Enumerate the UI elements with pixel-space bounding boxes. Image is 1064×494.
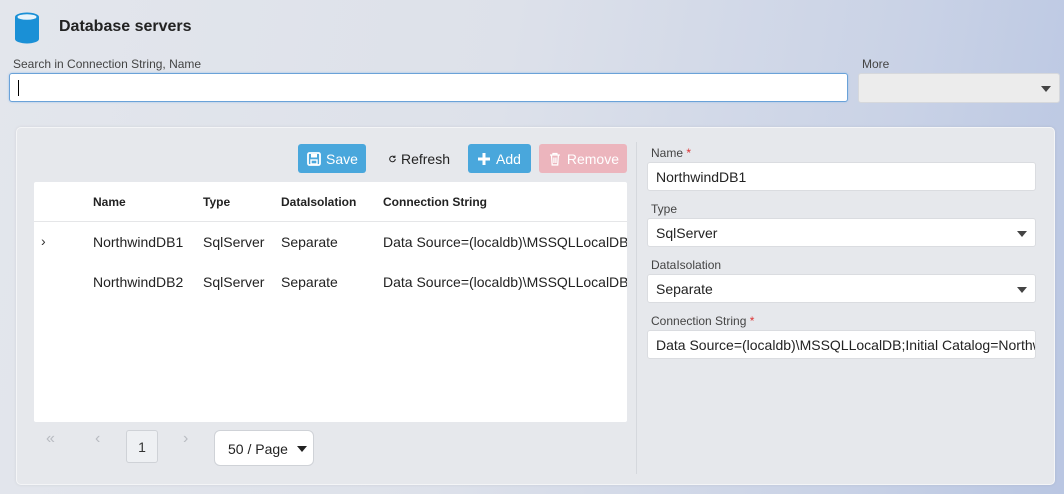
page-number-button[interactable]: 1: [126, 430, 158, 463]
type-field-label: Type: [651, 202, 678, 216]
cell-type: SqlServer: [203, 274, 265, 290]
trash-icon: [549, 152, 560, 166]
refresh-label: Refresh: [400, 150, 450, 167]
panel-divider: [636, 142, 637, 474]
isolation-select-value: Separate: [656, 281, 713, 297]
cell-name: NorthwindDB1: [93, 234, 184, 250]
page-size-value: 50 / Page: [228, 441, 288, 457]
cell-isolation: Separate: [281, 274, 338, 290]
save-label: Save: [326, 150, 358, 167]
cell-connection-string: Data Source=(localdb)\MSSQLLocalDB;: [383, 274, 627, 290]
prev-page-icon[interactable]: ‹: [95, 430, 100, 448]
search-label: Search in Connection String, Name: [13, 57, 202, 71]
connection-string-label-text: Connection String: [651, 314, 747, 328]
more-select[interactable]: [858, 73, 1060, 103]
connection-string-field-label: Connection String *: [651, 314, 754, 328]
next-page-icon[interactable]: ›: [183, 430, 188, 448]
chevron-down-icon: [1041, 86, 1051, 92]
text-caret: [18, 80, 19, 96]
grid-header: Name Type DataIsolation Connection Strin…: [34, 182, 627, 222]
column-header-dataisolation[interactable]: DataIsolation: [281, 195, 356, 209]
table-row[interactable]: › NorthwindDB1 SqlServer Separate Data S…: [34, 222, 627, 262]
refresh-icon: [389, 154, 396, 162]
isolation-select[interactable]: Separate: [647, 274, 1036, 303]
column-header-type[interactable]: Type: [203, 195, 230, 209]
refresh-button[interactable]: Refresh: [380, 144, 458, 173]
plus-icon: [478, 152, 490, 165]
page-size-select[interactable]: 50 / Page: [214, 430, 314, 466]
servers-grid: Name Type DataIsolation Connection Strin…: [34, 182, 627, 422]
chevron-down-icon: [1017, 231, 1027, 237]
connection-string-field-value: Data Source=(localdb)\MSSQLLocalDB;Initi…: [656, 337, 1036, 353]
name-field-value: NorthwindDB1: [656, 169, 747, 185]
cell-name: NorthwindDB2: [93, 274, 184, 290]
database-icon: [15, 12, 39, 44]
chevron-down-icon: [297, 446, 307, 452]
more-label: More: [862, 57, 890, 71]
add-button[interactable]: Add: [468, 144, 531, 173]
name-field-label: Name *: [651, 146, 691, 160]
name-field[interactable]: NorthwindDB1: [647, 162, 1036, 191]
chevron-down-icon: [1017, 287, 1027, 293]
type-select-value: SqlServer: [656, 225, 718, 241]
required-mark: *: [686, 146, 692, 160]
type-select[interactable]: SqlServer: [647, 218, 1036, 247]
cell-isolation: Separate: [281, 234, 338, 250]
isolation-field-label: DataIsolation: [651, 258, 722, 272]
page-title: Database servers: [59, 18, 192, 35]
save-icon: [307, 151, 321, 166]
first-page-icon[interactable]: «: [46, 430, 55, 448]
column-header-connection-string[interactable]: Connection String: [383, 195, 487, 209]
remove-button[interactable]: Remove: [539, 144, 627, 173]
add-label: Add: [496, 150, 521, 167]
required-mark: *: [749, 314, 755, 328]
table-row[interactable]: NorthwindDB2 SqlServer Separate Data Sou…: [34, 262, 627, 302]
cell-type: SqlServer: [203, 234, 265, 250]
save-button[interactable]: Save: [298, 144, 366, 173]
name-label-text: Name: [651, 146, 684, 160]
chevron-right-icon: ›: [41, 233, 46, 249]
remove-label: Remove: [566, 150, 619, 167]
column-header-name[interactable]: Name: [93, 195, 126, 209]
connection-string-field[interactable]: Data Source=(localdb)\MSSQLLocalDB;Initi…: [647, 330, 1036, 359]
cell-connection-string: Data Source=(localdb)\MSSQLLocalDB;: [383, 234, 627, 250]
search-input[interactable]: [9, 73, 848, 102]
